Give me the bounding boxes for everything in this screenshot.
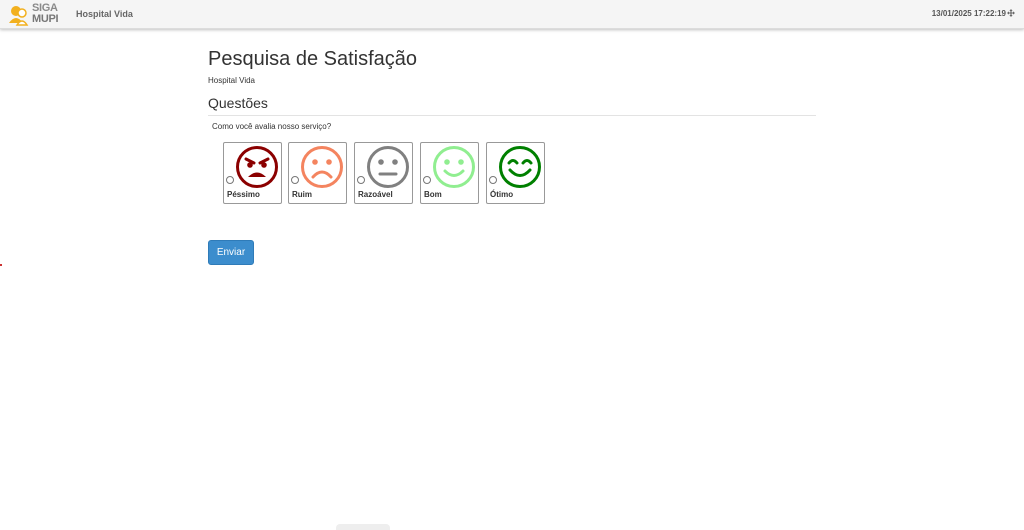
rating-radio[interactable]: [423, 176, 431, 184]
move-icon[interactable]: [1007, 9, 1015, 17]
rating-option-ruim[interactable]: Ruim: [288, 142, 347, 204]
rating-radio[interactable]: [357, 176, 365, 184]
rating-radio[interactable]: [489, 176, 497, 184]
rating-radio[interactable]: [226, 176, 234, 184]
rating-option-pessimo[interactable]: Péssimo: [223, 142, 282, 204]
angry-face-icon: [236, 146, 278, 188]
edge-marker: [0, 264, 2, 266]
app-name[interactable]: Hospital Vida: [76, 9, 133, 19]
rating-label: Razoável: [358, 190, 393, 199]
rating-label: Ótimo: [490, 190, 514, 199]
section-title: Questões: [208, 95, 816, 116]
happy-face-icon: [499, 146, 541, 188]
rating-option-bom[interactable]: Bom: [420, 142, 479, 204]
neutral-face-icon: [367, 146, 409, 188]
logo-text: SIGA MUPI: [32, 3, 59, 25]
top-bar: SIGA MUPI Hospital Vida 13/01/2025 17:22…: [0, 0, 1024, 29]
datetime-display: 13/01/2025 17:22:19: [931, 9, 1006, 18]
submit-button[interactable]: Enviar: [208, 240, 254, 265]
rating-label: Péssimo: [227, 190, 260, 199]
rating-option-razoavel[interactable]: Razoável: [354, 142, 413, 204]
smile-face-icon: [433, 146, 475, 188]
rating-label: Ruim: [292, 190, 312, 199]
logo-mark-icon: [9, 6, 29, 26]
rating-label: Bom: [424, 190, 442, 199]
sad-face-icon: [301, 146, 343, 188]
logo-line-2: MUPI: [32, 13, 59, 25]
rating-radio[interactable]: [291, 176, 299, 184]
survey-content: Pesquisa de Satisfação Hospital Vida Que…: [208, 46, 816, 265]
siga-mupi-logo[interactable]: SIGA MUPI: [7, 3, 61, 27]
bottom-tab[interactable]: [336, 524, 390, 530]
rating-option-otimo[interactable]: Ótimo: [486, 142, 545, 204]
page-title: Pesquisa de Satisfação: [208, 48, 418, 70]
organization-name: Hospital Vida: [208, 76, 255, 85]
question-text: Como você avalia nosso serviço?: [212, 122, 332, 131]
